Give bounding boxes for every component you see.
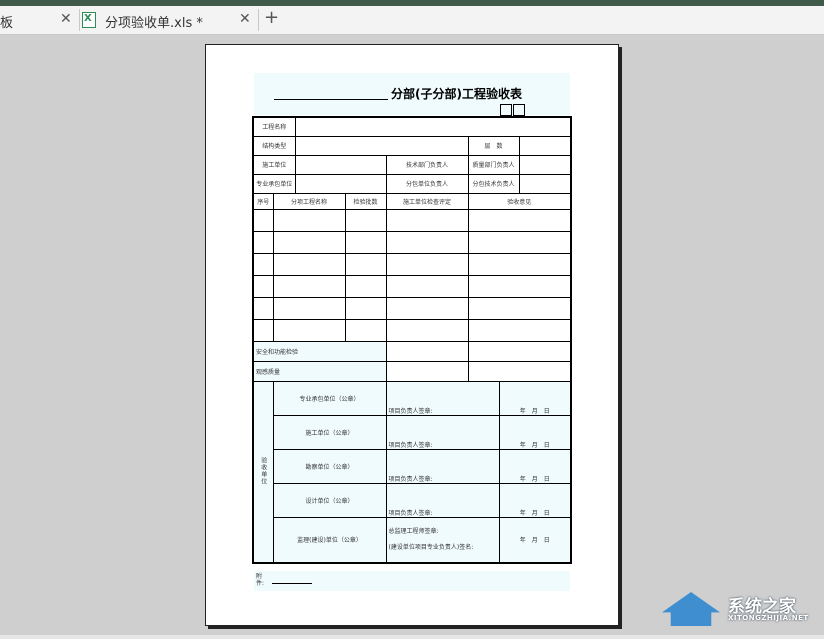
- header-contractor-eval: 施工单位检查评定: [385, 192, 469, 210]
- supervisor-sig-label: 总监理工程师签章:: [388, 527, 439, 535]
- tab-label: 分项验收单.xls *: [105, 16, 203, 31]
- cell-value: [467, 360, 572, 382]
- cell-value: [385, 340, 469, 362]
- supervisor-signature: 总监理工程师签章: (建设单位项目专业负责人)签名:: [385, 516, 500, 564]
- cell-sub-contractor-label: 专业承包单位: [252, 173, 296, 194]
- title-area: 分部(子分部)工程验收表: [254, 73, 570, 116]
- signature-label: 项目负责人签章:: [385, 414, 500, 450]
- cell-structure-type-label: 结构类型: [252, 135, 296, 156]
- table-row: [252, 296, 572, 320]
- print-preview-page: 分部(子分部)工程验收表 工程名称 结构类型 层 数 施工单位 技术部门负责人 …: [205, 44, 619, 626]
- cell-sub-tech-head-label: 分包技术负责人: [467, 173, 520, 194]
- form-title: 分部(子分部)工程验收表: [391, 87, 522, 101]
- header-batch-count: 检验批数: [344, 192, 387, 210]
- cell-safety-function-check: 安全和功能检验: [252, 340, 387, 362]
- unit-label: 监理(建设)单位（公章）: [272, 516, 387, 564]
- header-acceptance-opinion: 验收意见: [467, 192, 572, 210]
- table-row: [252, 274, 572, 298]
- header-item-name: 分项工程名称: [272, 192, 346, 210]
- cell-project-name-value: [294, 116, 572, 137]
- cell-value: [294, 154, 387, 175]
- tab-label: 板: [0, 16, 14, 31]
- unit-label: 勘察单位（公章）: [272, 448, 387, 484]
- cell-value: [518, 173, 572, 194]
- signature-label: 项目负责人签章:: [385, 448, 500, 484]
- house-logo-icon: [662, 592, 720, 626]
- date-label: 年 月 日: [498, 414, 572, 450]
- header-seq: 序号: [252, 192, 274, 210]
- date-label: 年 月 日: [498, 482, 572, 518]
- close-icon[interactable]: ✕: [60, 11, 72, 27]
- cell-floors-value: [518, 135, 572, 156]
- cell-construction-unit-label: 施工单位: [252, 154, 296, 175]
- cell-structure-type-value: [294, 135, 469, 156]
- unit-label: 专业承包单位（公章）: [272, 380, 387, 416]
- acceptance-form-table: 工程名称 结构类型 层 数 施工单位 技术部门负责人 质量部门负责人 专业承包单…: [252, 116, 573, 564]
- date-label: 年 月 日: [498, 448, 572, 484]
- document-tab-bar: 板 ✕ 分项验收单.xls * ✕ +: [0, 6, 824, 35]
- signature-label: 项目负责人签章:: [385, 482, 500, 518]
- table-row: [252, 208, 572, 232]
- table-row: [252, 318, 572, 342]
- attachment-label: 附件:: [256, 573, 265, 587]
- title-underline: [274, 99, 388, 100]
- tab-separator: [258, 9, 259, 31]
- table-row: [252, 230, 572, 254]
- watermark-url: XITONGZHIJIA.NET: [728, 614, 809, 622]
- cell-quality-dept-head-label: 质量部门负责人: [467, 154, 520, 175]
- watermark-logo: 系统之家 XITONGZHIJIA.NET: [662, 586, 822, 636]
- date-label: 年 月 日: [498, 380, 572, 416]
- new-tab-plus-icon[interactable]: +: [264, 7, 279, 28]
- cell-value: [294, 173, 387, 194]
- excel-file-icon: [82, 12, 96, 28]
- cell-value: [467, 340, 572, 362]
- attachment-underline: [272, 583, 312, 584]
- bottom-scrollbar[interactable]: [0, 635, 824, 639]
- cell-value: [385, 360, 469, 382]
- cell-sub-unit-head-label: 分包单位负责人: [385, 173, 469, 194]
- signature-label: 项目负责人签章:: [385, 380, 500, 416]
- tab-active-xls[interactable]: 分项验收单.xls * ✕: [80, 6, 258, 34]
- cell-tech-dept-head-label: 技术部门负责人: [385, 154, 469, 175]
- attachment-row: 附件:: [254, 571, 570, 591]
- cell-appearance-quality: 观感质量: [252, 360, 387, 382]
- acceptance-units-text: 验收单位: [259, 456, 267, 485]
- cell-project-name-label: 工程名称: [252, 116, 296, 137]
- table-row: [252, 252, 572, 276]
- owner-sig-label: (建设单位项目专业负责人)签名:: [388, 543, 474, 551]
- cell-floors-label: 层 数: [467, 135, 520, 156]
- unit-label: 设计单位（公章）: [272, 482, 387, 518]
- unit-label: 施工单位（公章）: [272, 414, 387, 450]
- date-label: 年 月 日: [498, 516, 572, 564]
- cell-value: [518, 154, 572, 175]
- close-icon[interactable]: ✕: [239, 11, 251, 27]
- tab-previous-doc[interactable]: 板 ✕: [0, 6, 79, 34]
- cell-acceptance-units-label: 验收单位: [252, 380, 274, 564]
